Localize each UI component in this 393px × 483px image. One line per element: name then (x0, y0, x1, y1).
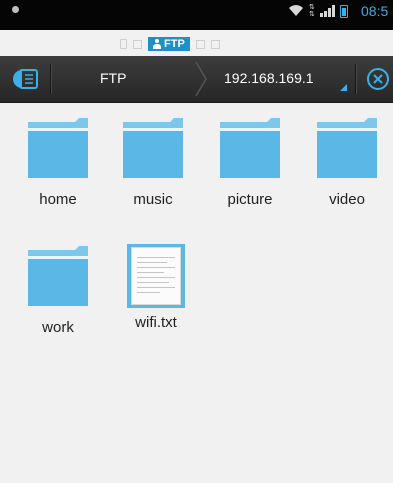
status-bar: ⇅ ⇅ 08:5 (0, 0, 393, 30)
file-name: wifi.txt (135, 314, 177, 331)
status-clock: 08:5 (361, 3, 389, 19)
screen-window-icon[interactable] (195, 39, 205, 49)
breadcrumb-ftp[interactable]: FTP (100, 70, 126, 86)
file-name: video (329, 191, 365, 208)
user-icon (153, 39, 161, 49)
path-toolbar: FTP 192.168.169.1 (0, 56, 393, 103)
file-item[interactable]: picture (205, 116, 295, 208)
file-name: picture (227, 191, 273, 208)
file-item[interactable]: video (302, 116, 392, 208)
storage-icon (13, 69, 38, 89)
notification-icon (12, 6, 19, 13)
wifi-icon (289, 5, 303, 17)
toolbar-divider (50, 64, 52, 94)
status-icons: ⇅ ⇅ (288, 2, 348, 20)
file-item[interactable]: work (13, 244, 103, 336)
data-arrows-icon: ⇅ ⇅ (309, 3, 315, 18)
file-item[interactable]: home (13, 116, 103, 208)
file-name: home (39, 191, 77, 208)
file-name: work (42, 319, 74, 336)
cloud-window-icon[interactable] (210, 39, 220, 49)
file-item[interactable]: music (108, 116, 198, 208)
close-icon[interactable] (366, 67, 390, 91)
breadcrumb-ip[interactable]: 192.168.169.1 (224, 70, 314, 86)
signal-icon (319, 5, 335, 17)
folder-icon (317, 118, 377, 178)
phone-window-icon[interactable] (120, 39, 127, 49)
ftp-window-label: FTP (164, 38, 185, 50)
breadcrumb-separator-icon (195, 61, 207, 97)
window-strip: FTP (120, 36, 220, 52)
folder-icon (123, 118, 183, 178)
file-name: music (133, 191, 173, 208)
card-window-icon[interactable] (133, 39, 142, 49)
path-dropdown-indicator[interactable] (340, 84, 347, 91)
folder-icon (28, 118, 88, 178)
ftp-window-tab[interactable]: FTP (148, 37, 190, 51)
storage-switch-button[interactable] (0, 56, 50, 102)
file-item[interactable]: wifi.txt (111, 244, 201, 331)
toolbar-divider (355, 64, 357, 94)
folder-icon (28, 246, 88, 306)
battery-icon (339, 4, 348, 18)
text-file-icon (127, 244, 185, 308)
folder-icon (220, 118, 280, 178)
